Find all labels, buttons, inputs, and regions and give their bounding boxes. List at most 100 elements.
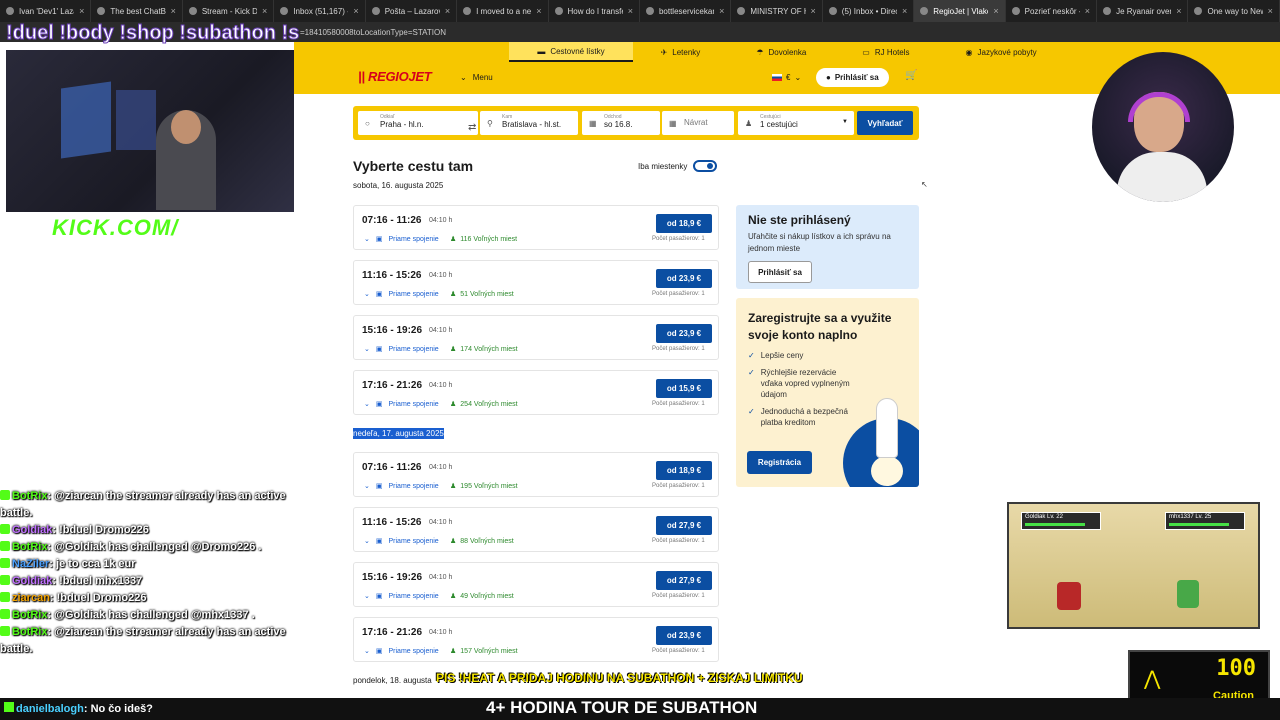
close-icon[interactable]: × — [993, 6, 998, 16]
benefit-item: ✓ Lepšie ceny — [748, 351, 804, 360]
close-icon[interactable]: × — [811, 6, 816, 16]
chat-username[interactable]: NaZiler — [12, 558, 49, 570]
close-icon[interactable]: × — [1268, 6, 1273, 16]
toggle-switch[interactable] — [693, 160, 718, 172]
search-button[interactable]: Vyhľadať — [857, 111, 913, 135]
plane-icon: ✈ — [660, 47, 668, 57]
direct-connection[interactable]: ⌄ ▣ Priame spojenie — [364, 345, 439, 354]
close-icon[interactable]: × — [1085, 6, 1090, 16]
chat-username[interactable]: Goldiak — [12, 524, 52, 536]
browser-tab[interactable]: Je Ryanair overrated× — [1097, 0, 1189, 22]
browser-tab[interactable]: I moved to a new co× — [457, 0, 549, 22]
browser-tab[interactable]: (5) Inbox • Direct × — [823, 0, 915, 22]
trip-card[interactable]: 07:16 - 11:26 04:10 h ⌄ ▣ Priame spojenie ♟ 11… — [353, 205, 719, 250]
close-icon[interactable]: × — [536, 6, 541, 16]
direct-connection[interactable]: ⌄ ▣ Priame spojenie — [364, 537, 439, 546]
from-field[interactable]: ○ Odkiaľ Praha - hl.n. ⇄ — [358, 111, 478, 135]
close-icon[interactable]: × — [628, 6, 633, 16]
close-icon[interactable]: × — [719, 6, 724, 16]
trip-time: 11:16 - 15:26 — [362, 517, 422, 528]
direct-connection[interactable]: ⌄ ▣ Priame spojenie — [364, 290, 439, 299]
browser-tab[interactable]: bottleservicekarty_64× — [640, 0, 732, 22]
login-button[interactable]: ● Prihlásiť sa — [816, 68, 889, 87]
browser-tab[interactable]: Pozrieť neskôr - YouT× — [1006, 0, 1098, 22]
price-button[interactable]: od 18,9 € — [656, 461, 712, 480]
close-icon[interactable]: × — [1176, 6, 1181, 16]
price-button[interactable]: od 27,9 € — [656, 516, 712, 535]
browser-tab[interactable]: RegioJet | Vlakové a× — [914, 0, 1006, 22]
nav-language-stays[interactable]: ◉ Jazykové pobyty — [938, 42, 1065, 62]
to-field[interactable]: ⚲ Kam Bratislava - hl.st. — [480, 111, 578, 135]
trip-card[interactable]: 11:16 - 15:26 04:10 h ⌄ ▣ Priame spojenie ♟ 88… — [353, 507, 719, 552]
trip-card[interactable]: 11:16 - 15:26 04:10 h ⌄ ▣ Priame spojenie ♟ 51… — [353, 260, 719, 305]
bed-icon: ▭ — [862, 47, 870, 57]
person-icon: ♟ — [450, 483, 457, 490]
direct-connection[interactable]: ⌄ ▣ Priame spojenie — [364, 235, 439, 244]
trip-card[interactable]: 17:16 - 21:26 04:10 h ⌄ ▣ Priame spojenie ♟ 25… — [353, 370, 719, 415]
trip-card[interactable]: 15:16 - 19:26 04:10 h ⌄ ▣ Priame spojenie ♟ 49… — [353, 562, 719, 607]
browser-tab[interactable]: MINISTRY OF HOUSE× — [731, 0, 823, 22]
bus-icon: ▣ — [375, 593, 383, 600]
direct-connection[interactable]: ⌄ ▣ Priame spojenie — [364, 482, 439, 491]
promo-login-button[interactable]: Prihlásiť sa — [748, 261, 812, 283]
browser-tab[interactable]: The best ChatBot and× — [91, 0, 183, 22]
chat-username[interactable]: BotRix — [12, 541, 47, 553]
favicon-icon — [1103, 7, 1112, 15]
nav-hotels[interactable]: ▭ RJ Hotels — [834, 42, 937, 62]
browser-tab[interactable]: One way to New York× — [1188, 0, 1280, 22]
chat-message: NaZiler: je to cca 1k eur — [0, 556, 300, 573]
trip-card[interactable]: 07:16 - 11:26 04:10 h ⌄ ▣ Priame spojenie ♟ 19… — [353, 452, 719, 497]
price-button[interactable]: od 23,9 € — [656, 626, 712, 645]
chat-username[interactable]: BotRix — [12, 626, 47, 638]
register-button[interactable]: Registrácia — [747, 451, 812, 474]
departure-date-field[interactable]: ▦ Odchod so 16.8. — [582, 111, 660, 135]
chat-username[interactable]: BotRix — [12, 609, 47, 621]
chat-username[interactable]: BotRix — [12, 490, 47, 502]
close-icon[interactable]: × — [262, 6, 267, 16]
login-promo-text: Uľahčite si nákup lístkov a ich správu n… — [748, 232, 891, 253]
favicon-icon — [554, 7, 563, 15]
nav-tickets[interactable]: ▬ Cestovné lístky — [509, 42, 633, 62]
trip-time: 07:16 - 11:26 — [362, 462, 422, 473]
price-button[interactable]: od 27,9 € — [656, 571, 712, 590]
price-button[interactable]: od 23,9 € — [656, 324, 712, 343]
language-currency-select[interactable]: € ⌄ — [772, 73, 801, 82]
trip-card[interactable]: 17:16 - 21:26 04:10 h ⌄ ▣ Priame spojenie ♟ 15… — [353, 617, 719, 662]
chat-text: : @Goldiak has challenged @mhx1337 . — [47, 609, 255, 621]
passengers-field[interactable]: ♟ Cestujúci 1 cestujúci ▼ — [738, 111, 854, 135]
swap-icon[interactable]: ⇄ — [468, 122, 476, 133]
nav-holidays[interactable]: ☂ Dovolenka — [728, 42, 834, 62]
price-button[interactable]: od 18,9 € — [656, 214, 712, 233]
close-icon[interactable]: × — [445, 6, 450, 16]
chat-username[interactable]: ziarcan — [12, 592, 50, 604]
price-button[interactable]: od 23,9 € — [656, 269, 712, 288]
person-icon: ♟ — [450, 648, 457, 655]
direct-connection[interactable]: ⌄ ▣ Priame spojenie — [364, 647, 439, 656]
browser-tab[interactable]: Ivan 'Dev1' Lazarov (t× — [0, 0, 92, 22]
passenger-count: Počet pasažierov: 1 — [652, 648, 705, 654]
browser-tab[interactable]: Stream - Kick Dashb× — [183, 0, 275, 22]
badge-icon — [0, 558, 10, 568]
trip-card[interactable]: 15:16 - 19:26 04:10 h ⌄ ▣ Priame spojenie ♟ 17… — [353, 315, 719, 360]
direct-connection[interactable]: ⌄ ▣ Priame spojenie — [364, 400, 439, 409]
seat-only-toggle[interactable]: Iba miestenky — [638, 160, 718, 172]
price-button[interactable]: od 15,9 € — [656, 379, 712, 398]
favicon-icon — [6, 7, 14, 15]
browser-tab[interactable]: Pošta – Lazarov – Out× — [366, 0, 458, 22]
cart-icon[interactable]: 🛒 — [905, 70, 917, 81]
close-icon[interactable]: × — [353, 6, 358, 16]
browser-tab[interactable]: Inbox (51,167) - fude× — [274, 0, 366, 22]
trip-duration: 04:10 h — [429, 327, 453, 334]
chat-username[interactable]: Goldiak — [12, 575, 52, 587]
close-icon[interactable]: × — [171, 6, 176, 16]
regiojet-logo[interactable]: || REGIOJET — [358, 69, 432, 84]
person-icon: ♟ — [745, 119, 753, 128]
direct-connection[interactable]: ⌄ ▣ Priame spojenie — [364, 592, 439, 601]
close-icon[interactable]: × — [902, 6, 907, 16]
menu-button[interactable]: ⌄ Menu — [460, 73, 493, 82]
return-date-field[interactable]: ▦ Návrat — [662, 111, 734, 135]
close-icon[interactable]: × — [79, 6, 84, 16]
browser-tab[interactable]: How do I transfer my× — [549, 0, 640, 22]
nav-flights[interactable]: ✈ Letenky — [633, 42, 729, 62]
bus-icon: ▣ — [375, 538, 383, 545]
